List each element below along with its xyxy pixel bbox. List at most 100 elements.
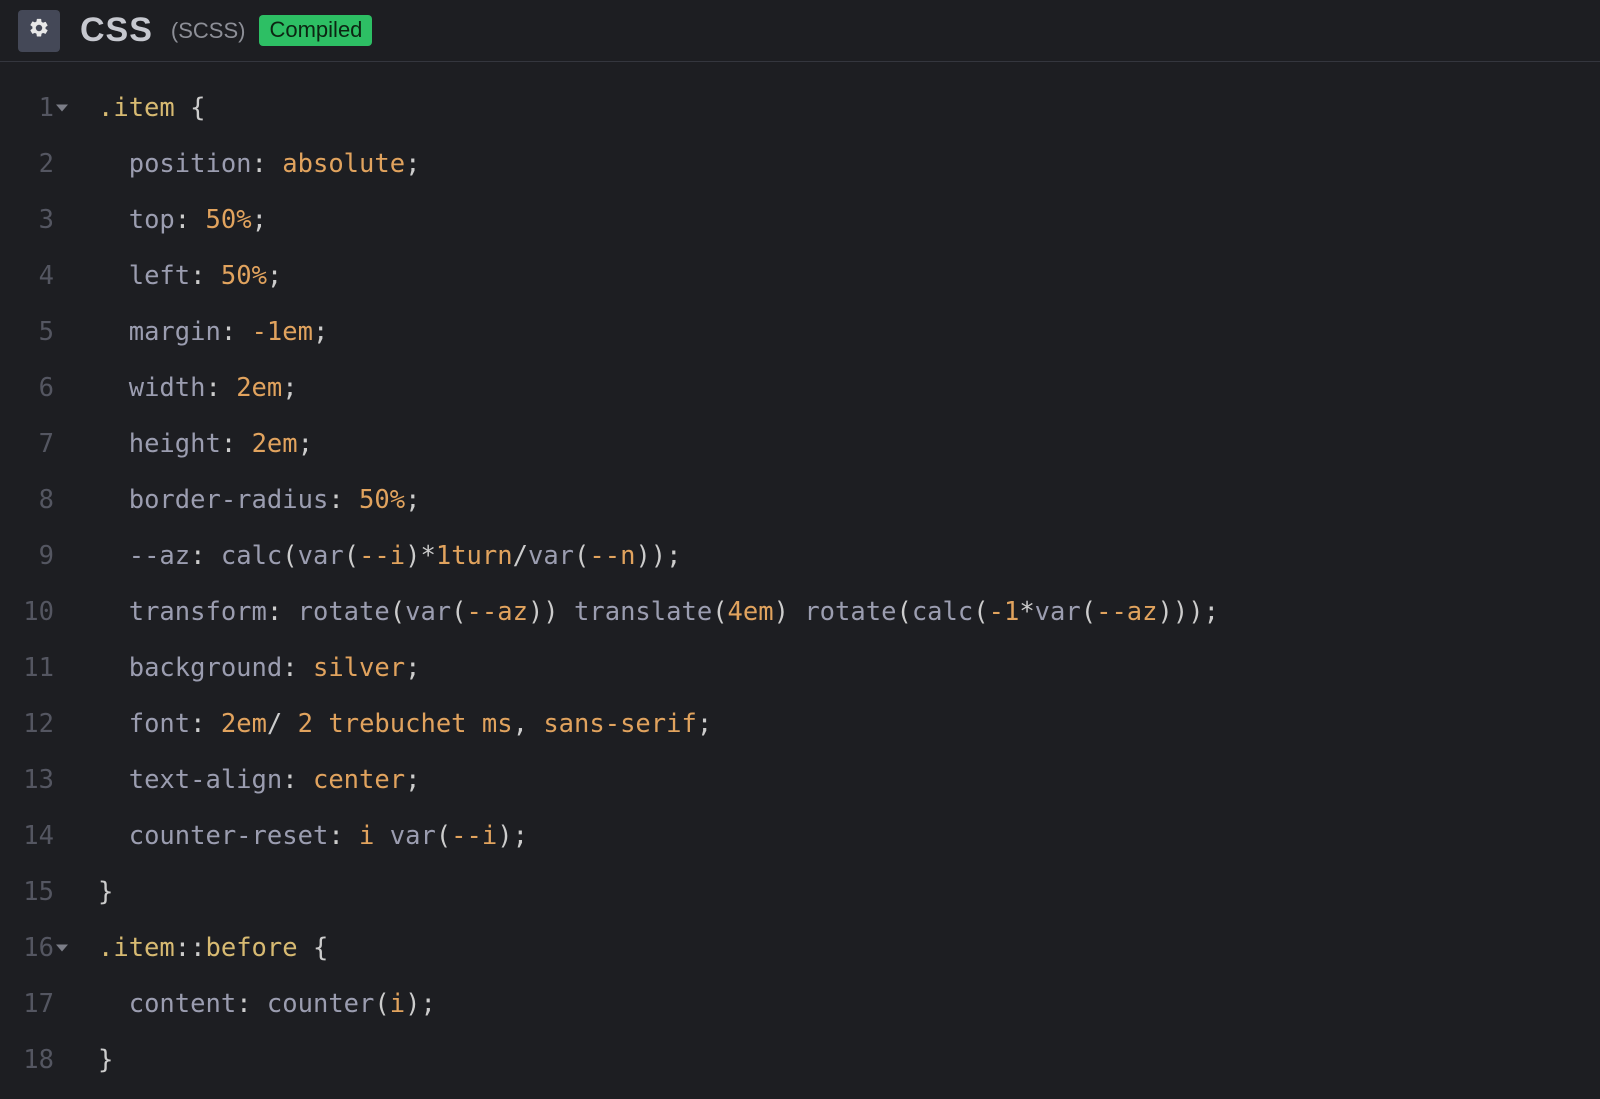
code-line[interactable]: font: 2em/ 2 trebuchet ms, sans-serif; [98, 696, 1219, 752]
token-val: i [390, 989, 405, 1019]
token-plain [98, 765, 129, 795]
token-punc: ( [1081, 597, 1096, 627]
code-line[interactable]: top: 50%; [98, 192, 1219, 248]
code-area[interactable]: .item { position: absolute; top: 50%; le… [72, 80, 1219, 1088]
token-punc: : [267, 597, 282, 627]
token-plain [298, 765, 313, 795]
token-punc: : [175, 205, 190, 235]
token-punc: ; [405, 765, 420, 795]
code-line[interactable]: content: counter(i); [98, 976, 1219, 1032]
code-line[interactable]: .item::before { [98, 920, 1219, 976]
code-line[interactable]: left: 50%; [98, 248, 1219, 304]
line-number: 6 [0, 360, 54, 416]
token-prop: font [129, 709, 190, 739]
code-line[interactable]: height: 2em; [98, 416, 1219, 472]
token-val: --i [359, 541, 405, 571]
token-punc: ; [298, 429, 313, 459]
code-line[interactable]: width: 2em; [98, 360, 1219, 416]
code-line[interactable]: margin: -1em; [98, 304, 1219, 360]
editor-header: CSS (SCSS) Compiled [0, 0, 1600, 62]
code-line[interactable]: counter-reset: i var(--i); [98, 808, 1219, 864]
gear-icon [28, 17, 50, 44]
token-plain [344, 821, 359, 851]
code-line[interactable]: .item { [98, 80, 1219, 136]
token-sel: .item [98, 933, 175, 963]
token-func: counter [267, 989, 374, 1019]
token-plain [206, 541, 221, 571]
token-punc: ) [405, 989, 420, 1019]
token-val: 50% [206, 205, 252, 235]
token-punc: , [513, 709, 528, 739]
fold-icon[interactable] [56, 945, 68, 952]
token-plain [559, 597, 574, 627]
token-punc: ; [1204, 597, 1219, 627]
token-punc: ( [451, 597, 466, 627]
token-punc: )) [528, 597, 559, 627]
token-val: -1em [252, 317, 313, 347]
token-punc: ; [666, 541, 681, 571]
token-punc: : [236, 989, 251, 1019]
settings-button[interactable] [18, 10, 60, 52]
token-punc: * [420, 541, 435, 571]
token-val: i [359, 821, 374, 851]
token-plain [789, 597, 804, 627]
token-plain [190, 205, 205, 235]
token-prop: content [129, 989, 236, 1019]
line-number: 10 [0, 584, 54, 640]
token-plain [98, 989, 129, 1019]
token-val: --az [1096, 597, 1157, 627]
token-func: var [298, 541, 344, 571]
token-punc: ; [313, 317, 328, 347]
token-plain [374, 821, 389, 851]
code-line[interactable]: text-align: center; [98, 752, 1219, 808]
token-val: 50% [359, 485, 405, 515]
line-number: 7 [0, 416, 54, 472]
line-number: 1 [0, 80, 54, 136]
code-line[interactable]: } [98, 1032, 1219, 1088]
code-line[interactable]: } [98, 864, 1219, 920]
code-line[interactable]: background: silver; [98, 640, 1219, 696]
code-editor[interactable]: 123456789101112131415161718 .item { posi… [0, 62, 1600, 1088]
line-number: 18 [0, 1032, 54, 1088]
token-func: var [528, 541, 574, 571]
token-val: 2 [298, 709, 313, 739]
code-line[interactable]: border-radius: 50%; [98, 472, 1219, 528]
code-line[interactable]: --az: calc(var(--i)*1turn/var(--n)); [98, 528, 1219, 584]
token-plain [206, 261, 221, 291]
token-plain [206, 709, 221, 739]
token-punc: : [328, 821, 343, 851]
code-line[interactable]: position: absolute; [98, 136, 1219, 192]
token-val: 1turn [436, 541, 513, 571]
editor-title: CSS [80, 11, 153, 50]
token-func: var [390, 821, 436, 851]
token-punc: ; [405, 653, 420, 683]
token-prop: height [129, 429, 221, 459]
editor-subtype: (SCSS) [171, 18, 246, 44]
token-prop: transform [129, 597, 267, 627]
token-brace: { [313, 933, 328, 963]
token-punc: ( [390, 597, 405, 627]
token-punc: ( [973, 597, 988, 627]
code-line[interactable]: transform: rotate(var(--az)) translate(4… [98, 584, 1219, 640]
token-plain [98, 149, 129, 179]
token-sel: before [205, 933, 297, 963]
compiled-badge: Compiled [259, 15, 372, 46]
token-plain [298, 933, 313, 963]
token-val: -1 [989, 597, 1020, 627]
token-plain [528, 709, 543, 739]
token-val: --n [589, 541, 635, 571]
token-punc: : [282, 765, 297, 795]
token-plain [98, 485, 129, 515]
token-prop: width [129, 373, 206, 403]
line-number: 11 [0, 640, 54, 696]
token-punc: ( [344, 541, 359, 571]
token-plain [98, 261, 129, 291]
token-punc: ) [405, 541, 420, 571]
token-func: calc [912, 597, 973, 627]
token-punc: ( [574, 541, 589, 571]
fold-icon[interactable] [56, 105, 68, 112]
token-punc: ; [513, 821, 528, 851]
token-plain [98, 653, 129, 683]
token-plain [313, 709, 328, 739]
token-val: sans-serif [543, 709, 697, 739]
